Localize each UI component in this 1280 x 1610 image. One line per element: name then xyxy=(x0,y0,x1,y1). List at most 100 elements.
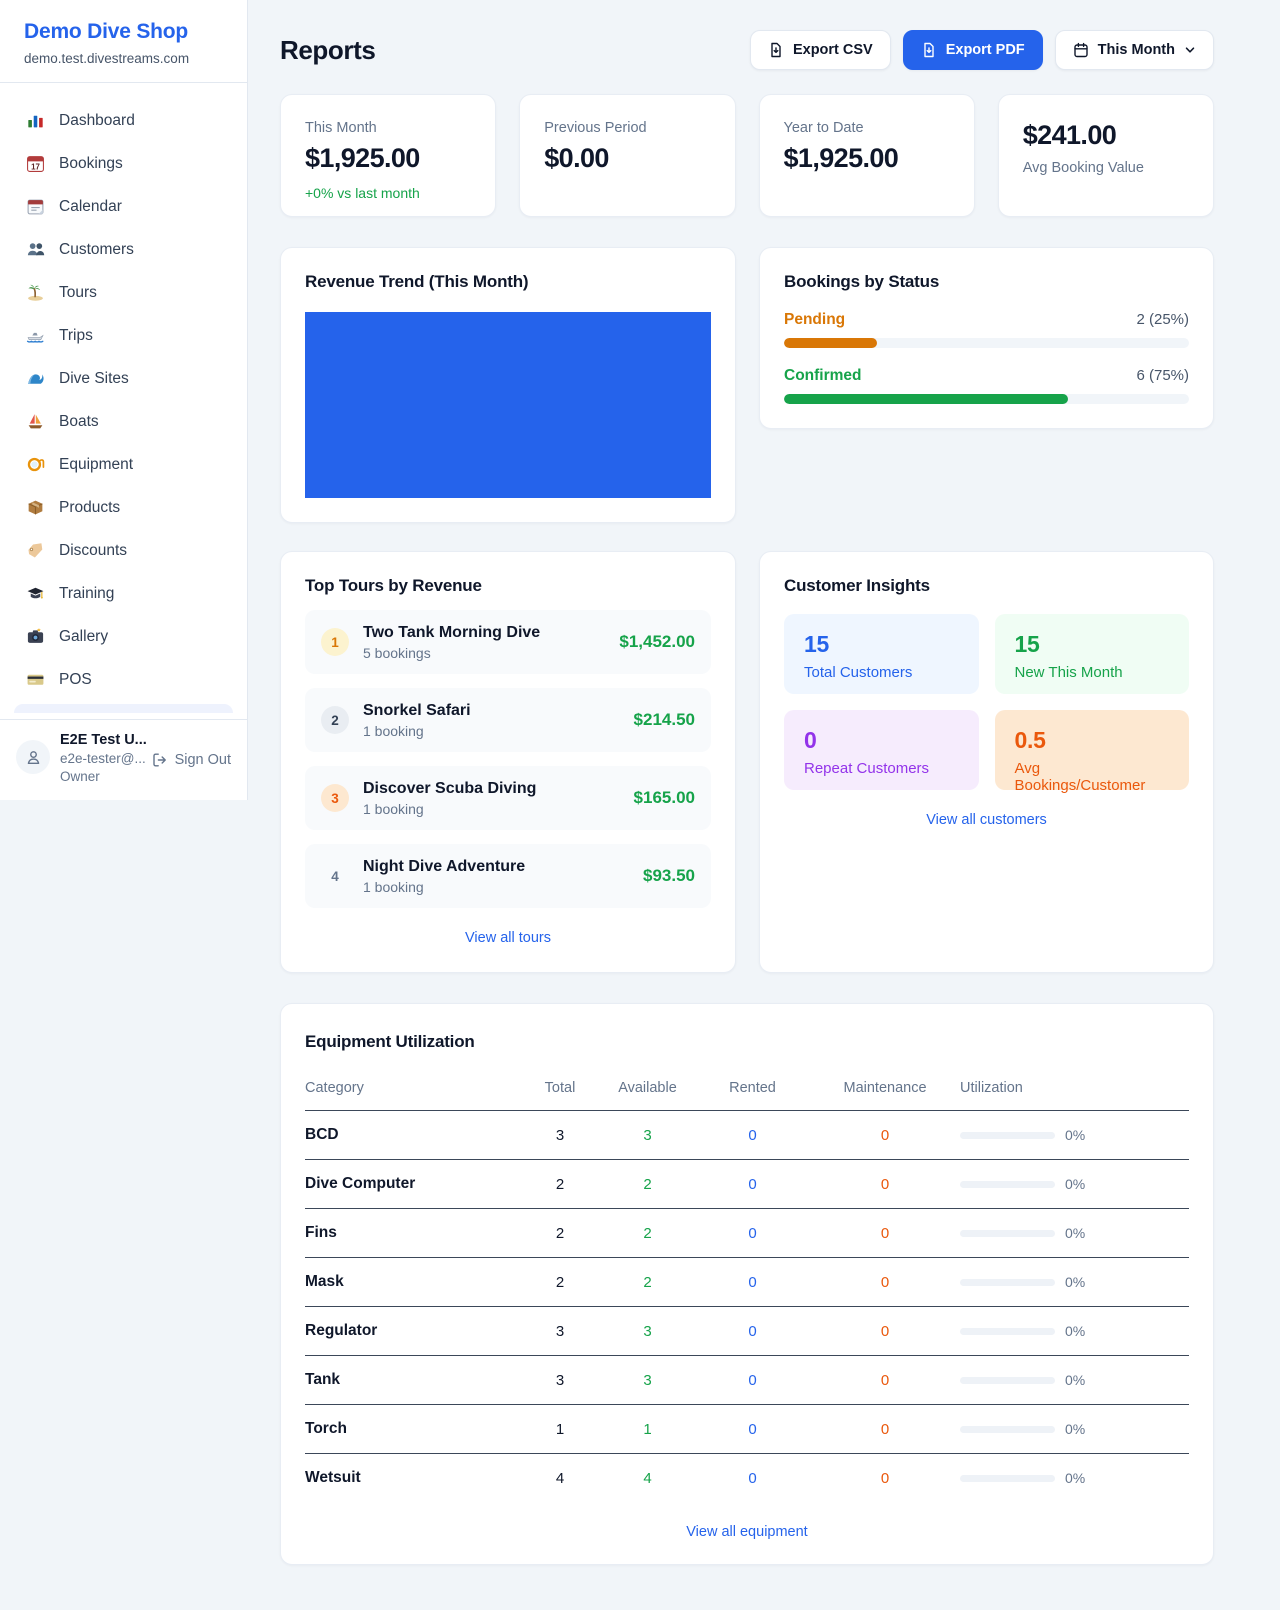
export-pdf-button[interactable]: Export PDF xyxy=(903,30,1043,70)
cell-category: Torch xyxy=(305,1405,520,1454)
cell-total: 1 xyxy=(520,1405,600,1454)
cell-available: 3 xyxy=(600,1356,695,1405)
avatar xyxy=(16,740,50,774)
cell-total: 2 xyxy=(520,1258,600,1307)
insight-label: New This Month xyxy=(1015,664,1170,681)
stat-value: $0.00 xyxy=(544,143,710,174)
insight-label: Avg Bookings/Customer xyxy=(1015,760,1170,794)
utilization-percent: 0% xyxy=(1065,1176,1085,1192)
tour-revenue: $93.50 xyxy=(643,866,695,886)
sidebar-item-customers[interactable]: Customers xyxy=(12,228,235,271)
insight-label: Total Customers xyxy=(804,664,959,681)
insight-value: 0.5 xyxy=(1015,727,1170,754)
sidebar-item-trips[interactable]: Trips xyxy=(12,314,235,357)
cell-maintenance: 0 xyxy=(810,1356,960,1405)
sidebar-item-dashboard[interactable]: Dashboard xyxy=(12,99,235,142)
sailboat-icon xyxy=(26,412,45,431)
sidebar-item-pos[interactable]: POS xyxy=(12,658,235,701)
cell-total: 2 xyxy=(520,1209,600,1258)
cell-available: 3 xyxy=(600,1307,695,1356)
file-download-icon xyxy=(768,42,784,58)
tour-bookings: 5 bookings xyxy=(363,645,605,661)
sidebar-item-reports-partial[interactable] xyxy=(14,704,233,713)
tour-name: Two Tank Morning Dive xyxy=(363,624,605,642)
rank-badge: 2 xyxy=(321,706,349,734)
view-all-tours-link[interactable]: View all tours xyxy=(305,930,711,946)
column-header-total: Total xyxy=(520,1068,600,1111)
sidebar-nav: Dashboard 17 Bookings Calendar Customers… xyxy=(0,83,247,719)
utilization-cell: 0% xyxy=(960,1323,1189,1339)
utilization-percent: 0% xyxy=(1065,1127,1085,1143)
island-icon xyxy=(26,283,45,302)
chevron-down-icon xyxy=(1184,44,1196,56)
insight-value: 15 xyxy=(1015,631,1170,658)
cell-category: BCD xyxy=(305,1111,520,1160)
cell-category: Tank xyxy=(305,1356,520,1405)
table-row: Wetsuit44000% xyxy=(305,1454,1189,1503)
bar-chart-icon xyxy=(26,111,45,130)
table-row: Tank33000% xyxy=(305,1356,1189,1405)
stat-card-avg-booking-value: $241.00 Avg Booking Value xyxy=(998,94,1214,217)
tour-bookings: 1 booking xyxy=(363,879,629,895)
sidebar-item-label: Boats xyxy=(59,413,99,431)
period-dropdown[interactable]: This Month xyxy=(1055,30,1214,70)
sidebar-item-boats[interactable]: Boats xyxy=(12,400,235,443)
camera-icon xyxy=(26,627,45,646)
lists-row: Top Tours by Revenue 1 Two Tank Morning … xyxy=(280,551,1214,973)
stat-value: $241.00 xyxy=(1023,120,1189,151)
sidebar-item-gallery[interactable]: Gallery xyxy=(12,615,235,658)
tour-revenue: $214.50 xyxy=(634,710,695,730)
sidebar-item-bookings[interactable]: 17 Bookings xyxy=(12,142,235,185)
rank-badge: 1 xyxy=(321,628,349,656)
sidebar-item-dive-sites[interactable]: Dive Sites xyxy=(12,357,235,400)
cell-rented: 0 xyxy=(695,1160,810,1209)
cell-available: 2 xyxy=(600,1258,695,1307)
tour-row: 3 Discover Scuba Diving 1 booking $165.0… xyxy=(305,766,711,830)
shop-name: Demo Dive Shop xyxy=(24,20,223,44)
status-bar-track xyxy=(784,394,1189,404)
status-row-confirmed: Confirmed 6 (75%) xyxy=(784,367,1189,404)
view-all-equipment-link[interactable]: View all equipment xyxy=(305,1524,1189,1540)
sidebar-item-label: POS xyxy=(59,671,92,689)
export-csv-button[interactable]: Export CSV xyxy=(750,30,891,70)
sidebar-item-label: Products xyxy=(59,499,120,517)
insights-grid: 15 Total Customers 15 New This Month 0 R… xyxy=(784,614,1189,790)
equipment-utilization-panel: Equipment Utilization Category Total Ava… xyxy=(280,1003,1214,1565)
sidebar-item-label: Customers xyxy=(59,241,134,259)
cell-rented: 0 xyxy=(695,1209,810,1258)
sidebar-item-training[interactable]: Training xyxy=(12,572,235,615)
sign-out-button[interactable]: Sign Out xyxy=(152,752,231,768)
sidebar-item-products[interactable]: Products xyxy=(12,486,235,529)
tour-row: 2 Snorkel Safari 1 booking $214.50 xyxy=(305,688,711,752)
utilization-bar-track xyxy=(960,1328,1055,1335)
stat-delta: +0% vs last month xyxy=(305,185,471,201)
people-icon xyxy=(26,240,45,259)
insight-tile-new-this-month: 15 New This Month xyxy=(995,614,1190,694)
sidebar-item-calendar[interactable]: Calendar xyxy=(12,185,235,228)
insight-tile-avg-bookings: 0.5 Avg Bookings/Customer xyxy=(995,710,1190,790)
main-content: Reports Export CSV Export PDF This Month… xyxy=(280,0,1214,1565)
cell-total: 3 xyxy=(520,1356,600,1405)
sidebar-item-tours[interactable]: Tours xyxy=(12,271,235,314)
sidebar-item-equipment[interactable]: Equipment xyxy=(12,443,235,486)
shop-domain: demo.test.divestreams.com xyxy=(24,51,223,66)
sign-out-label: Sign Out xyxy=(175,752,231,768)
tour-name: Night Dive Adventure xyxy=(363,858,629,876)
cell-maintenance: 0 xyxy=(810,1454,960,1503)
sidebar-item-discounts[interactable]: Discounts xyxy=(12,529,235,572)
cell-available: 2 xyxy=(600,1209,695,1258)
revenue-trend-panel: Revenue Trend (This Month) xyxy=(280,247,736,523)
cell-available: 3 xyxy=(600,1111,695,1160)
tour-revenue: $1,452.00 xyxy=(619,632,695,652)
view-all-customers-link[interactable]: View all customers xyxy=(784,812,1189,828)
cell-rented: 0 xyxy=(695,1258,810,1307)
insight-value: 0 xyxy=(804,727,959,754)
calendar-icon xyxy=(1073,42,1089,58)
user-meta: E2E Test U... e2e-tester@... Owner xyxy=(60,732,142,784)
top-tours-title: Top Tours by Revenue xyxy=(305,576,711,596)
header-actions: Export CSV Export PDF This Month xyxy=(750,30,1214,70)
cell-maintenance: 0 xyxy=(810,1307,960,1356)
sign-out-icon xyxy=(152,752,168,768)
stat-value: $1,925.00 xyxy=(305,143,471,174)
graduation-cap-icon xyxy=(26,584,45,603)
